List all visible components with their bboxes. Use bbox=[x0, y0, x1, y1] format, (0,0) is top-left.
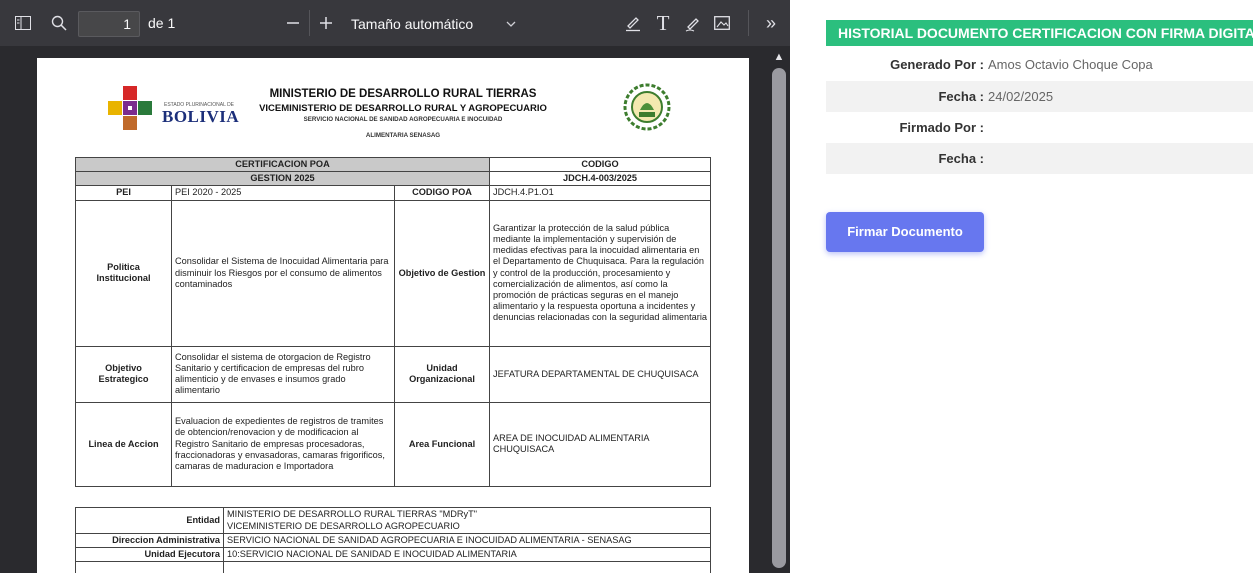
cert-title: CERTIFICACION POA bbox=[75, 156, 490, 173]
screen: 1 de 1 Tamaño automático T » ESTADO PLUR… bbox=[0, 0, 1253, 573]
vice-ministry-title: VICEMINISTERIO DE DESARROLLO RURAL Y AGR… bbox=[259, 103, 547, 114]
vertical-scrollbar[interactable]: ▲ bbox=[768, 46, 790, 573]
pdf-toolbar: 1 de 1 Tamaño automático T » bbox=[0, 0, 790, 46]
zoom-select-label: Tamaño automático bbox=[351, 16, 474, 32]
history-row-fecha-generado: Fecha : 24/02/2025 bbox=[826, 81, 1253, 112]
ministry-title: MINISTERIO DE DESARROLLO RURAL TIERRAS bbox=[269, 88, 537, 100]
sidebar-toggle-icon[interactable] bbox=[10, 10, 36, 36]
objetivo-estrategico-label: Objetivo Estrategico bbox=[75, 345, 172, 403]
history-row-generado: Generado Por : Amos Octavio Choque Copa bbox=[826, 49, 1253, 80]
table-cell bbox=[223, 561, 711, 573]
pei-label: PEI bbox=[75, 185, 172, 201]
objetivo-gestion-value: Garantizar la protección de la salud púb… bbox=[489, 199, 711, 347]
entity-table: Entidad MINISTERIO DE DESARROLLO RURAL T… bbox=[75, 507, 711, 573]
service-line-2: ALIMENTARIA SENASAG bbox=[365, 132, 441, 139]
bolivia-emblem-icon bbox=[108, 86, 152, 130]
text-icon[interactable]: T bbox=[650, 10, 676, 36]
highlight-icon[interactable] bbox=[620, 10, 646, 36]
linea-accion-value: Evaluacion de expedientes de registros d… bbox=[171, 401, 395, 487]
politica-label: Politica Institucional bbox=[75, 199, 172, 347]
fecha-firmado-label: Fecha : bbox=[938, 151, 984, 166]
zoom-in-icon[interactable] bbox=[313, 10, 339, 36]
unidad-ejecutora-value: 10:SERVICIO NACIONAL DE SANIDAD E INOCUI… bbox=[223, 547, 711, 563]
objetivo-estrategico-value: Consolidar el sistema de otorgacion de R… bbox=[171, 345, 395, 403]
senasag-seal-icon bbox=[623, 83, 671, 131]
fecha-generado-value: 24/02/2025 bbox=[988, 89, 1054, 104]
search-icon[interactable] bbox=[46, 10, 72, 36]
entidad-value: MINISTERIO DE DESARROLLO RURAL TIERRAS "… bbox=[223, 507, 711, 534]
firmado-por-label: Firmado Por : bbox=[899, 120, 984, 135]
generado-por-label: Generado Por : bbox=[890, 57, 984, 72]
more-tools-icon[interactable]: » bbox=[758, 10, 784, 36]
certification-table: CERTIFICACION POA CODIGO GESTION 2025 JD… bbox=[75, 156, 711, 487]
entidad-label: Entidad bbox=[75, 507, 224, 534]
pdf-viewer: 1 de 1 Tamaño automático T » ESTADO PLUR… bbox=[0, 0, 790, 573]
zoom-select[interactable]: Tamaño automático bbox=[343, 10, 526, 38]
codigo-header: CODIGO bbox=[489, 156, 711, 173]
scroll-up-icon[interactable]: ▲ bbox=[772, 50, 786, 64]
scrollbar-thumb[interactable] bbox=[772, 68, 786, 568]
unidad-organizacional-value: JEFATURA DEPARTAMENTAL DE CHUQUISACA bbox=[489, 345, 711, 403]
draw-icon[interactable] bbox=[680, 10, 706, 36]
pdf-page: ESTADO PLURINACIONAL DE BOLIVIA MINISTER… bbox=[37, 58, 749, 573]
area-funcional-label: Area Funcional bbox=[394, 401, 490, 487]
service-line-1: SERVICIO NACIONAL DE SANIDAD AGROPECUARI… bbox=[303, 116, 503, 123]
sign-document-button[interactable]: Firmar Documento bbox=[826, 212, 984, 252]
direccion-label: Direccion Administrativa bbox=[75, 532, 224, 549]
codigo-value: JDCH.4-003/2025 bbox=[489, 171, 711, 187]
gestion-label: GESTION 2025 bbox=[75, 171, 490, 187]
fecha-generado-label: Fecha : bbox=[938, 89, 984, 104]
toolbar-divider bbox=[748, 10, 749, 36]
page-number-input[interactable]: 1 bbox=[78, 11, 140, 37]
objetivo-gestion-label: Objetivo de Gestion bbox=[394, 199, 490, 347]
logo-text: BOLIVIA bbox=[162, 107, 240, 126]
toolbar-divider bbox=[309, 10, 310, 36]
politica-value: Consolidar el Sistema de Inocuidad Alime… bbox=[171, 199, 395, 347]
chevron-down-icon bbox=[506, 10, 516, 38]
codigo-poa-value: JDCH.4.P1.O1 bbox=[489, 185, 711, 201]
pei-value: PEI 2020 - 2025 bbox=[171, 185, 395, 201]
entidad-value-line-2: VICEMINISTERIO DE DESARROLLO AGROPECUARI… bbox=[227, 520, 460, 531]
history-header: HISTORIAL DOCUMENTO CERTIFICACION CON FI… bbox=[826, 20, 1253, 46]
codigo-poa-label: CODIGO POA bbox=[394, 185, 490, 201]
generado-por-value: Amos Octavio Choque Copa bbox=[988, 57, 1153, 72]
table-cell bbox=[75, 561, 224, 573]
linea-accion-label: Linea de Accion bbox=[75, 401, 172, 487]
entidad-value-line-1: MINISTERIO DE DESARROLLO RURAL TIERRAS "… bbox=[227, 509, 478, 520]
direccion-value: SERVICIO NACIONAL DE SANIDAD AGROPECUARI… bbox=[223, 532, 711, 549]
history-row-fecha-firmado: Fecha : bbox=[826, 143, 1253, 174]
unidad-organizacional-label: Unidad Organizacional bbox=[394, 345, 490, 403]
image-icon[interactable] bbox=[709, 10, 735, 36]
area-funcional-value: AREA DE INOCUIDAD ALIMENTARIA CHUQUISACA bbox=[489, 401, 711, 487]
history-row-firmado: Firmado Por : bbox=[826, 112, 1253, 143]
page-count-label: de 1 bbox=[148, 15, 176, 31]
unidad-ejecutora-label: Unidad Ejecutora bbox=[75, 547, 224, 563]
zoom-out-icon[interactable] bbox=[280, 10, 306, 36]
